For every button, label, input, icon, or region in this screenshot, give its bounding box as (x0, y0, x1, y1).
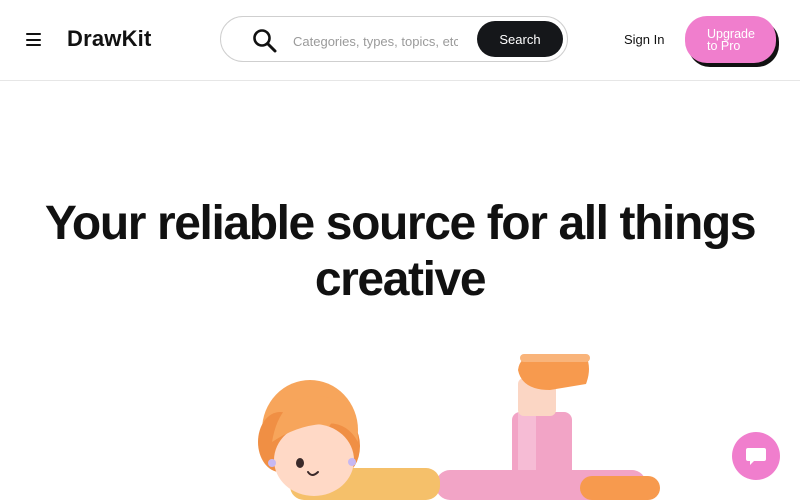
hero-illustration-3d-character (258, 354, 660, 500)
search-icon (253, 29, 277, 53)
upgrade-label-line-2: to Pro (707, 38, 741, 53)
search-input[interactable] (291, 29, 460, 53)
hero-title: Your reliable source for all things crea… (44, 197, 757, 306)
chat-bubble-icon (746, 448, 766, 465)
drawkit-logo[interactable]: DrawKit (67, 26, 152, 52)
search-button[interactable]: Search (477, 21, 563, 57)
upgrade-to-pro-button[interactable]: Upgrade to Pro (685, 16, 776, 63)
chat-button[interactable] (732, 432, 780, 480)
upgrade-label-line-1: Upgrade (707, 26, 755, 41)
sign-in-link[interactable]: Sign In (624, 32, 664, 47)
search-bar: Search (220, 16, 568, 62)
hamburger-menu-icon[interactable] (26, 33, 41, 46)
top-navigation-bar: DrawKit Search Sign In Upgrade to Pro (0, 0, 800, 81)
